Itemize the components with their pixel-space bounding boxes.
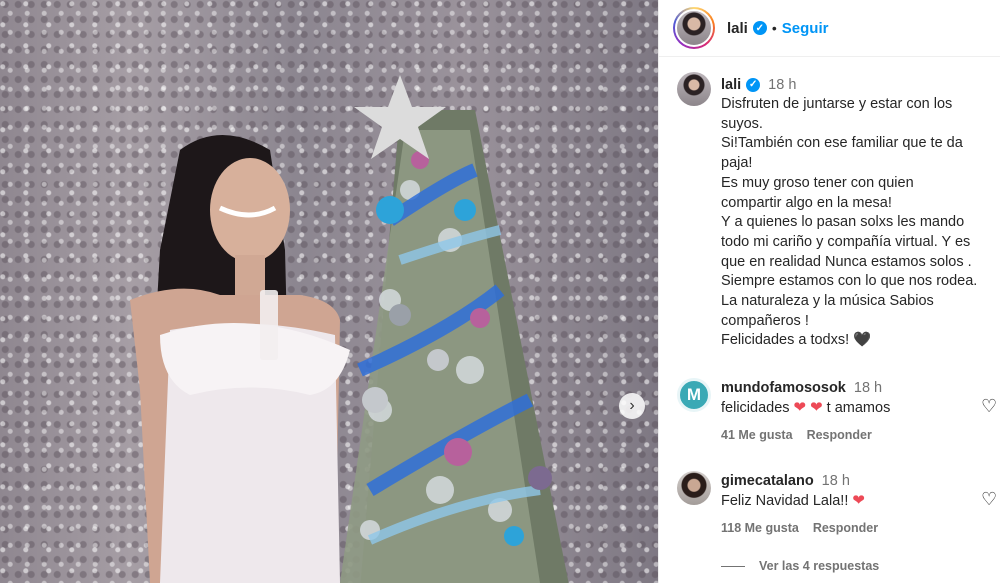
caption-line: Y a quienes lo pasan solxs les mando — [721, 214, 965, 231]
post-details-panel: lali ✓ • Seguir lali ✓ 18 h Disfruten de… — [658, 0, 1000, 583]
comment-meta: 118 Me gusta Responder — [721, 521, 951, 535]
view-replies-label: Ver las 4 respuestas — [759, 559, 880, 573]
separator-dot: • — [771, 20, 777, 36]
next-photo-button[interactable]: › — [619, 393, 645, 419]
author-username[interactable]: lali — [727, 20, 748, 37]
heart-outline-icon[interactable]: ♡ — [981, 489, 997, 510]
heart-red-icon: ❤ — [810, 399, 823, 416]
caption-line: Disfruten de juntarse y estar con los — [721, 96, 953, 112]
view-replies-button[interactable]: Ver las 4 respuestas — [721, 559, 879, 573]
follow-button[interactable]: Seguir — [782, 20, 829, 37]
comment-body: felicidades — [721, 400, 790, 416]
caption-line: Es muy groso tener con quien — [721, 174, 914, 191]
replies-divider — [721, 565, 745, 567]
post-header: lali ✓ • Seguir — [659, 0, 1000, 57]
heart-red-icon: ❤ — [852, 492, 865, 509]
caption-line: que en realidad Nunca estamos solos . — [721, 253, 972, 270]
verified-badge-icon: ✓ — [746, 78, 761, 92]
comment-meta: 41 Me gusta Responder — [721, 428, 951, 442]
comment-text: felicidades ❤ ❤ t amamos — [721, 398, 951, 418]
commenter-avatar[interactable]: M — [677, 378, 711, 412]
post-photo[interactable]: › — [0, 0, 658, 583]
comment-text: Feliz Navidad Lala!! ❤ — [721, 491, 951, 511]
comment-likes[interactable]: 118 Me gusta — [721, 521, 799, 535]
caption-line: compartir algo en la mesa! — [721, 194, 892, 211]
comment-likes[interactable]: 41 Me gusta — [721, 428, 793, 442]
commenter-username[interactable]: gimecatalano — [721, 471, 814, 491]
verified-badge-icon: ✓ — [752, 21, 767, 35]
heart-outline-icon[interactable]: ♡ — [981, 396, 997, 417]
story-avatar[interactable] — [673, 7, 715, 49]
caption-line: compañeros ! — [721, 312, 809, 329]
caption-avatar[interactable] — [677, 72, 711, 106]
caption-line: La naturaleza y la música Sabios — [721, 293, 934, 310]
caption-text: Disfruten de juntarse y estar con los su… — [721, 95, 997, 351]
commenter-avatar[interactable] — [677, 471, 711, 505]
avatar-letter: M — [686, 385, 702, 404]
commenter-username[interactable]: mundofamososok — [721, 378, 846, 398]
caption-line: Si!También con ese familiar que te da — [721, 135, 963, 152]
caption-username[interactable]: lali — [721, 75, 741, 95]
comment-body: Feliz Navidad Lala!! — [721, 493, 849, 509]
caption-line: paja! — [721, 155, 753, 172]
comment-suffix: t amamos — [826, 400, 891, 416]
reply-button[interactable]: Responder — [807, 428, 872, 442]
caption-line: Siempre estamos con lo que nos rodea. — [721, 273, 978, 290]
heart-red-icon: ❤ — [793, 399, 807, 416]
reply-button[interactable]: Responder — [813, 521, 878, 535]
caption-line: Felicidades a todxs! 🖤 — [721, 332, 872, 349]
comment-time: 18 h — [821, 473, 850, 489]
chevron-right-icon: › — [629, 397, 635, 414]
woman-holding-glass-figure — [130, 135, 350, 583]
avatar — [675, 9, 713, 47]
comment-time: 18 h — [853, 380, 883, 396]
caption-line: todo mi cariño y compañía virtual. Y es — [721, 233, 971, 250]
caption-line: suyos. — [721, 115, 763, 132]
caption-time: 18 h — [768, 77, 797, 93]
